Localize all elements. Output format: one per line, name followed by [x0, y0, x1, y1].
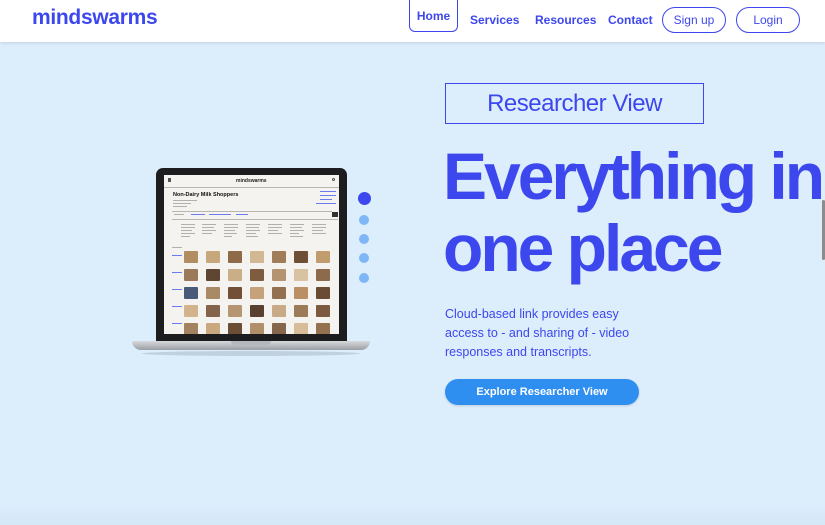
video-thumbnail: [294, 287, 308, 299]
video-thumbnail: [272, 323, 286, 334]
video-thumbnail: [206, 287, 220, 299]
laptop-notch: [231, 341, 271, 345]
laptop-screen: mindswarms Non-Dairy Milk Shoppers: [156, 168, 347, 341]
preview-topbar: mindswarms: [164, 175, 339, 187]
video-thumbnail: [272, 287, 286, 299]
sign-up-button[interactable]: Sign up: [662, 7, 726, 33]
video-thumbnail: [272, 269, 286, 281]
laptop-shadow: [142, 351, 360, 356]
section-tag: Researcher View: [445, 83, 704, 124]
explore-researcher-view-button[interactable]: Explore Researcher View: [445, 379, 639, 405]
video-thumbnail: [316, 305, 330, 317]
video-thumbnail: [316, 251, 330, 263]
video-thumbnail: [250, 305, 264, 317]
carousel-dot-2[interactable]: [359, 215, 369, 225]
video-thumbnail: [206, 251, 220, 263]
video-thumbnail: [250, 251, 264, 263]
carousel-dot-4[interactable]: [359, 253, 369, 263]
researcher-view-preview: mindswarms Non-Dairy Milk Shoppers: [164, 175, 339, 334]
nav-contact[interactable]: Contact: [608, 13, 653, 27]
video-thumbnail: [184, 287, 198, 299]
video-thumbnail: [272, 305, 286, 317]
hero-title: Everything in one place: [443, 139, 825, 285]
video-thumbnail: [294, 323, 308, 334]
video-thumbnail: [206, 269, 220, 281]
site-logo[interactable]: mindswarms: [32, 6, 158, 30]
video-thumbnail: [228, 269, 242, 281]
preview-menu-icon: [168, 178, 171, 182]
video-thumbnail: [250, 269, 264, 281]
video-thumbnail: [228, 251, 242, 263]
video-thumbnail: [206, 305, 220, 317]
video-thumbnail: [228, 323, 242, 334]
video-thumbnail: [228, 305, 242, 317]
laptop-illustration: mindswarms Non-Dairy Milk Shoppers: [132, 168, 370, 358]
video-thumbnail: [294, 305, 308, 317]
carousel-dot-1[interactable]: [358, 192, 371, 205]
video-thumbnail: [316, 269, 330, 281]
video-thumbnail: [184, 251, 198, 263]
video-thumbnail: [316, 323, 330, 334]
video-thumbnail: [294, 251, 308, 263]
preview-user-icon: [332, 178, 335, 181]
hero-description: Cloud-based link provides easy access to…: [445, 307, 630, 359]
video-thumbnail: [184, 269, 198, 281]
video-thumbnail: [294, 269, 308, 281]
video-thumbnail: [206, 323, 220, 334]
section-bottom-edge: [0, 505, 825, 525]
preview-heading: Non-Dairy Milk Shoppers: [173, 192, 239, 198]
video-thumbnail: [316, 287, 330, 299]
login-button[interactable]: Login: [736, 7, 800, 33]
video-thumbnail: [250, 287, 264, 299]
nav-home[interactable]: Home: [409, 0, 458, 32]
site-header: mindswarms Home Services Resources Conta…: [0, 0, 825, 42]
carousel-dot-3[interactable]: [359, 234, 369, 244]
video-thumbnail: [184, 305, 198, 317]
video-thumbnail: [228, 287, 242, 299]
nav-services[interactable]: Services: [470, 13, 519, 27]
nav-resources[interactable]: Resources: [535, 13, 596, 27]
video-thumbnail: [250, 323, 264, 334]
video-thumbnail: [272, 251, 286, 263]
carousel-dot-5[interactable]: [359, 273, 369, 283]
video-thumbnail: [184, 323, 198, 334]
preview-logo: mindswarms: [236, 178, 267, 184]
